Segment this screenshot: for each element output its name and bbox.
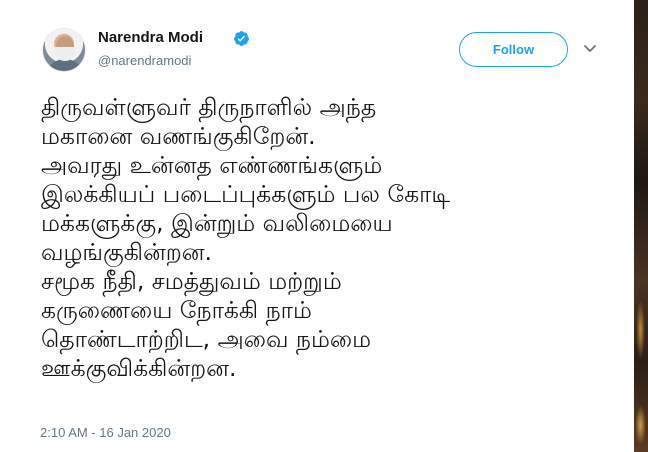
tweet-line: சமூக நீதி, சமத்துவம் மற்றும் xyxy=(41,267,342,295)
author-handle[interactable]: @narendramodi xyxy=(98,53,191,68)
tweet-card: Narendra Modi @narendramodi Follow திருவ… xyxy=(0,0,634,452)
tweet-line: மகானை வணங்குகிறேன். xyxy=(41,122,316,150)
follow-button[interactable]: Follow xyxy=(459,32,568,67)
tweet-text: திருவள்ளுவர் திருநாளில் அந்த மகானை வணங்க… xyxy=(41,93,631,383)
tweet-line: அவரது உன்னத எண்ணங்களும் xyxy=(41,151,383,179)
tweet-line: வழங்குகின்றன. xyxy=(41,238,213,266)
background-glow xyxy=(636,300,645,360)
tweet-line: திருவள்ளுவர் திருநாளில் அந்த xyxy=(41,93,377,121)
avatar[interactable] xyxy=(42,28,86,72)
verified-badge-icon xyxy=(234,31,249,46)
tweet-line: ஊக்குவிக்கின்றன. xyxy=(41,354,237,382)
tweet-line: இலக்கியப் படைப்புக்களும் பல கோடி xyxy=(41,180,451,208)
chevron-down-icon[interactable] xyxy=(583,44,597,54)
tweet-line: தொண்டாற்றிட, அவை நம்மை xyxy=(41,325,372,353)
page: Narendra Modi @narendramodi Follow திருவ… xyxy=(0,0,648,452)
tweet-timestamp[interactable]: 2:10 AM - 16 Jan 2020 xyxy=(40,425,171,440)
tweet-line: மக்களுக்கு, இன்றும் வலிமையை xyxy=(41,209,393,237)
background-photo-strip xyxy=(634,0,648,452)
tweet-line: கருணையை நோக்கி நாம் xyxy=(41,296,312,324)
avatar-beard xyxy=(55,47,75,61)
background-glow xyxy=(635,405,646,445)
author-name[interactable]: Narendra Modi xyxy=(98,29,203,46)
